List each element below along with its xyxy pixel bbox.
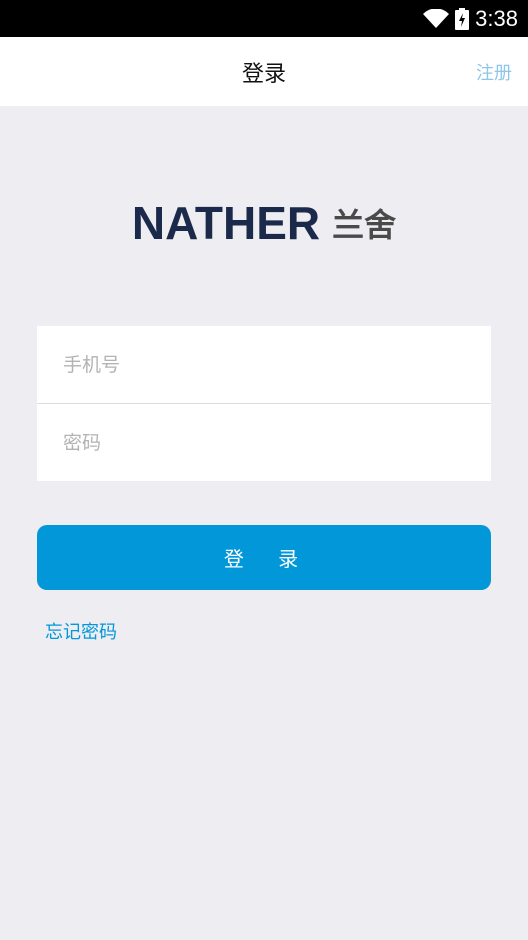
wifi-icon (423, 8, 450, 28)
forgot-password-link[interactable]: 忘记密码 (45, 618, 117, 644)
password-input[interactable] (61, 430, 465, 455)
battery-charging-icon (455, 7, 470, 30)
password-field-row (37, 403, 491, 481)
login-button[interactable]: 登 录 (37, 525, 491, 590)
register-link[interactable]: 注册 (476, 37, 512, 106)
status-bar: 3:38 (0, 0, 528, 37)
login-form (37, 326, 491, 481)
page-title: 登录 (241, 61, 286, 87)
status-time: 3:38 (475, 5, 518, 31)
status-icons: 3:38 (423, 0, 518, 37)
navbar: 登录 注册 (0, 37, 528, 106)
logo-brand-cn: 兰舍 (332, 206, 397, 244)
logo-brand-en: NATHER (131, 197, 321, 249)
phone-input[interactable] (61, 352, 465, 377)
phone-field-row (37, 326, 491, 403)
brand-logo: NATHER 兰舍 (0, 197, 528, 249)
